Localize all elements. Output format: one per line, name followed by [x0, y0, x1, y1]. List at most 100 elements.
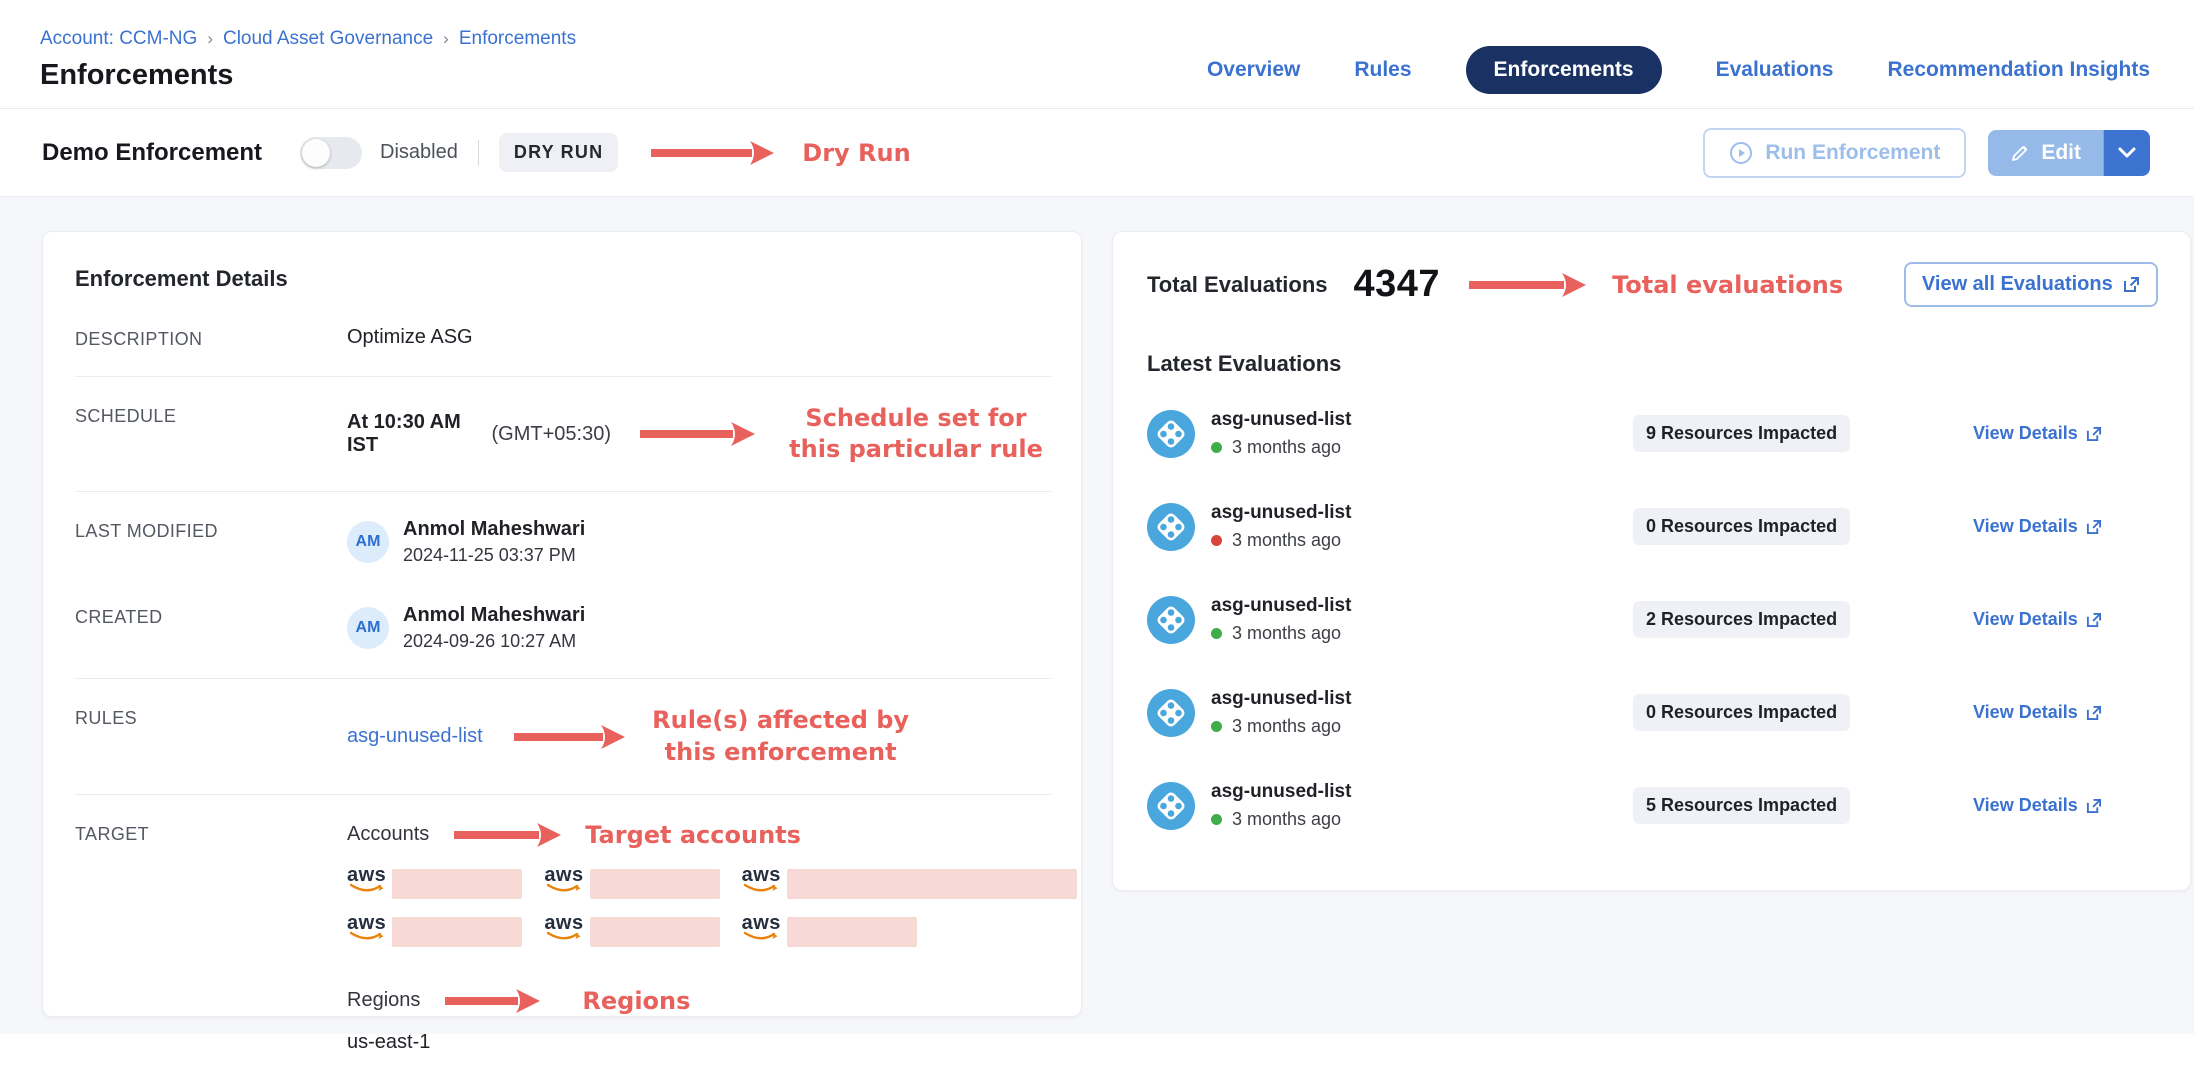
view-details-link[interactable]: View Details: [1973, 702, 2102, 723]
aws-account-item: aws: [544, 915, 719, 947]
created-label: CREATED: [75, 604, 347, 628]
external-link-icon: [2086, 612, 2102, 628]
avatar: AM: [347, 607, 389, 649]
toolbar-actions: Run Enforcement Edit: [1703, 128, 2150, 178]
view-all-evaluations-button[interactable]: View all Evaluations: [1904, 262, 2158, 307]
evaluation-time: 3 months ago: [1232, 437, 1341, 458]
schedule-timezone: (GMT+05:30): [492, 423, 611, 446]
annotation-dry-run: Dry Run: [802, 139, 910, 167]
redacted-account-id: [392, 869, 522, 899]
view-details-link[interactable]: View Details: [1973, 516, 2102, 537]
accounts-label: Accounts: [347, 823, 429, 846]
pencil-icon: [2010, 143, 2030, 163]
rule-link[interactable]: asg-unused-list: [347, 725, 483, 748]
status-dot: [1211, 721, 1222, 732]
redacted-account-id: [590, 917, 720, 947]
annotation-schedule: Schedule set for this particular rule: [781, 403, 1051, 465]
annotation-rules: Rule(s) affected by this enforcement: [651, 705, 911, 767]
status-dot: [1211, 628, 1222, 639]
annotation-total-evaluations: Total evaluations: [1612, 271, 1843, 299]
breadcrumb-account[interactable]: Account: CCM-NG: [40, 28, 197, 50]
run-enforcement-button[interactable]: Run Enforcement: [1703, 128, 1966, 178]
target-row: TARGET Accounts Target accounts aws: [75, 795, 1051, 1080]
annotation-arrow-icon: [648, 138, 776, 168]
edit-dropdown-button[interactable]: [2104, 130, 2150, 176]
resources-impacted-badge: 2 Resources Impacted: [1633, 601, 1850, 638]
asg-rule-icon: [1147, 503, 1195, 551]
evaluation-row: asg-unused-list 3 months ago 2 Resources…: [1147, 573, 2102, 666]
aws-logo-icon: aws: [742, 915, 781, 941]
view-details-link[interactable]: View Details: [1973, 609, 2102, 630]
redacted-account-id: [787, 869, 1077, 899]
aws-logo-icon: aws: [544, 915, 583, 941]
target-label: TARGET: [75, 821, 347, 845]
evaluation-time: 3 months ago: [1232, 530, 1341, 551]
target-accounts-list: aws aws aws aws: [347, 867, 1077, 947]
evaluation-time: 3 months ago: [1232, 716, 1341, 737]
top-nav: Overview Rules Enforcements Evaluations …: [1207, 46, 2150, 94]
aws-account-item: aws: [347, 867, 522, 899]
annotation-arrow-icon: [511, 722, 627, 752]
region-value: us-east-1: [347, 1031, 1077, 1054]
tab-rules[interactable]: Rules: [1354, 58, 1411, 82]
toggle-state-label: Disabled: [380, 141, 458, 164]
external-link-icon: [2086, 705, 2102, 721]
enforcement-details-card: Enforcement Details DESCRIPTION Optimize…: [42, 231, 1082, 1017]
evaluations-list: asg-unused-list 3 months ago 9 Resources…: [1147, 387, 2158, 852]
evaluations-header: Total Evaluations 4347 Total evaluations…: [1147, 262, 2158, 307]
aws-logo-icon: aws: [742, 867, 781, 893]
external-link-icon: [2086, 519, 2102, 535]
asg-rule-icon: [1147, 782, 1195, 830]
total-evaluations-value: 4347: [1354, 263, 1441, 306]
evaluation-rule-name: asg-unused-list: [1211, 502, 1351, 524]
breadcrumb: Account: CCM-NG › Cloud Asset Governance…: [40, 28, 576, 50]
schedule-time: At 10:30 AM IST: [347, 411, 484, 457]
tab-overview[interactable]: Overview: [1207, 58, 1300, 82]
chevron-right-icon: ›: [207, 29, 213, 49]
view-details-link[interactable]: View Details: [1973, 795, 2102, 816]
tab-evaluations[interactable]: Evaluations: [1716, 58, 1834, 82]
regions-label: Regions: [347, 989, 420, 1012]
view-details-link[interactable]: View Details: [1973, 423, 2102, 444]
redacted-account-id: [392, 917, 522, 947]
resources-impacted-badge: 0 Resources Impacted: [1633, 508, 1850, 545]
tab-enforcements[interactable]: Enforcements: [1466, 46, 1662, 94]
evaluations-card: Total Evaluations 4347 Total evaluations…: [1112, 231, 2191, 891]
redacted-account-id: [787, 917, 917, 947]
aws-logo-icon: aws: [544, 867, 583, 893]
evaluation-row: asg-unused-list 3 months ago 0 Resources…: [1147, 666, 2102, 759]
aws-account-item: aws: [742, 867, 1077, 899]
evaluation-rule-name: asg-unused-list: [1211, 595, 1351, 617]
status-dot: [1211, 535, 1222, 546]
evaluation-row: asg-unused-list 3 months ago 9 Resources…: [1147, 387, 2102, 480]
latest-evaluations-label: Latest Evaluations: [1147, 351, 2158, 377]
enable-toggle[interactable]: [300, 137, 362, 169]
tab-recommendation-insights[interactable]: Recommendation Insights: [1887, 58, 2150, 82]
total-evaluations-label: Total Evaluations: [1147, 272, 1328, 298]
annotation-regions: Regions: [582, 987, 690, 1015]
edit-split-button: Edit: [1988, 130, 2150, 176]
header-left: Account: CCM-NG › Cloud Asset Governance…: [40, 28, 576, 92]
created-name: Anmol Maheshwari: [403, 604, 585, 627]
aws-logo-icon: aws: [347, 867, 386, 893]
annotation-arrow-icon: [1466, 270, 1588, 300]
aws-account-item: aws: [742, 915, 1077, 947]
asg-rule-icon: [1147, 410, 1195, 458]
avatar: AM: [347, 521, 389, 563]
breadcrumb-governance[interactable]: Cloud Asset Governance: [223, 28, 433, 50]
created-date: 2024-09-26 10:27 AM: [403, 631, 585, 652]
details-card-title: Enforcement Details: [75, 266, 1051, 292]
enforcement-toolbar: Demo Enforcement Disabled DRY RUN Dry Ru…: [0, 108, 2194, 196]
created-row: CREATED AM Anmol Maheshwari 2024-09-26 1…: [75, 578, 1051, 678]
breadcrumb-enforcements[interactable]: Enforcements: [459, 28, 576, 50]
asg-rule-icon: [1147, 596, 1195, 644]
evaluation-rule-name: asg-unused-list: [1211, 688, 1351, 710]
last-modified-name: Anmol Maheshwari: [403, 518, 585, 541]
evaluation-row: asg-unused-list 3 months ago 0 Resources…: [1147, 480, 2102, 573]
resources-impacted-badge: 0 Resources Impacted: [1633, 694, 1850, 731]
schedule-row: SCHEDULE At 10:30 AM IST (GMT+05:30) Sch…: [75, 377, 1051, 491]
play-icon: [1729, 141, 1753, 165]
description-label: DESCRIPTION: [75, 326, 347, 350]
edit-button[interactable]: Edit: [1988, 130, 2104, 176]
resources-impacted-badge: 5 Resources Impacted: [1633, 787, 1850, 824]
